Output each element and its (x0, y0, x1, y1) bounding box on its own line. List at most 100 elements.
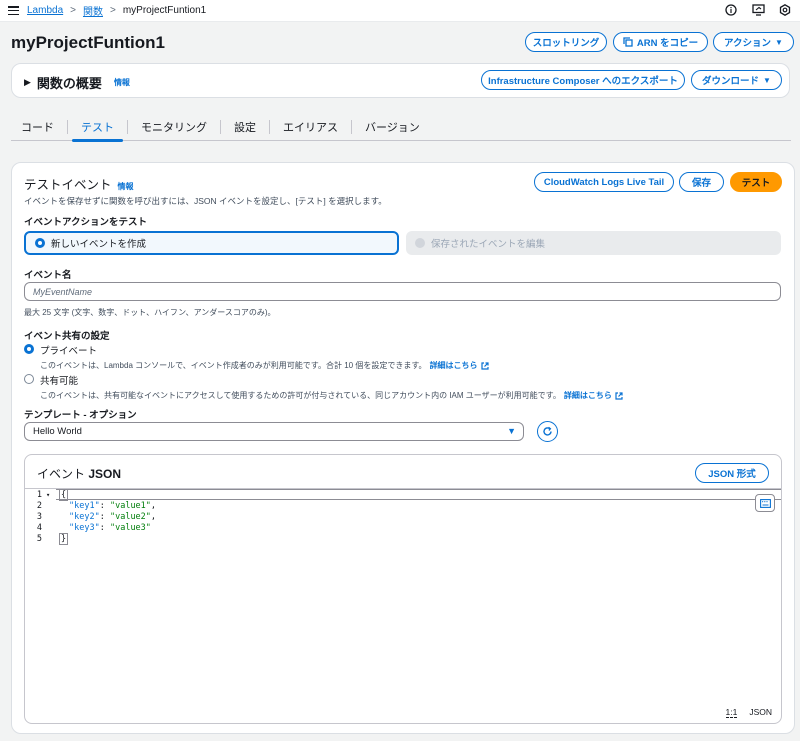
event-json-title: イベント JSON (37, 465, 121, 482)
save-button[interactable]: 保存 (679, 172, 724, 192)
throttle-button[interactable]: スロットリング (525, 32, 607, 52)
download-dropdown[interactable]: ダウンロード ▼ (691, 70, 782, 90)
top-navigation: Lambda > 関数 > myProjectFuntion1 (0, 0, 800, 22)
overview-toggle[interactable]: ▶ 関数の概要 情報 (24, 73, 130, 92)
breadcrumb-functions[interactable]: 関数 (83, 3, 103, 18)
template-select-value: Hello World (33, 426, 82, 437)
live-tail-button[interactable]: CloudWatch Logs Live Tail (534, 172, 674, 192)
breadcrumb-lambda[interactable]: Lambda (27, 5, 63, 16)
private-option[interactable]: プライベート このイベントは、Lambda コンソールで、イベント作成者のみが利… (24, 343, 489, 371)
keyboard-icon[interactable] (755, 494, 775, 512)
private-option-title: プライベート (40, 346, 98, 357)
caret-down-icon: ▼ (763, 75, 771, 85)
tab-test[interactable]: テスト (67, 119, 127, 142)
json-value: "value1" (109, 500, 151, 511)
editor-language: JSON (749, 707, 772, 717)
event-name-label: イベント名 (24, 270, 72, 281)
test-event-panel: テストイベント 情報 CloudWatch Logs Live Tail 保存 … (11, 162, 795, 734)
live-tail-label: CloudWatch Logs Live Tail (543, 176, 665, 188)
json-key: "key1" (69, 500, 100, 511)
radio-unselected-icon (24, 374, 34, 384)
test-event-heading: テストイベント 情報 (24, 174, 134, 193)
caret-down-icon: ▼ (507, 426, 516, 436)
shareable-option[interactable]: 共有可能 このイベントは、共有可能なイベントにアクセスして使用するための許可が付… (24, 373, 623, 401)
breadcrumb-current: myProjectFuntion1 (122, 5, 207, 16)
json-value: "value3" (109, 522, 151, 533)
external-link-icon (615, 391, 623, 400)
tab-configuration[interactable]: 設定 (220, 119, 269, 134)
line-number: 4 (36, 522, 42, 533)
json-key: "key3" (69, 522, 100, 533)
event-json-editor: イベント JSON JSON 形式 1 ▾ { 2 "key1": "value1… (24, 454, 782, 724)
create-new-event-tile[interactable]: 新しいイベントを作成 (24, 231, 399, 255)
actions-dropdown[interactable]: アクション ▼ (713, 32, 794, 52)
chevron-right-icon: > (109, 5, 116, 16)
code-brace: { (59, 488, 69, 501)
format-json-button[interactable]: JSON 形式 (695, 463, 769, 483)
line-number: 3 (36, 511, 42, 522)
info-icon[interactable] (724, 3, 738, 17)
format-json-label: JSON 形式 (708, 469, 756, 480)
template-label: テンプレート - オプション (24, 410, 137, 421)
editor-status-bar: 1:1 JSON (725, 707, 772, 718)
json-value: "value2" (109, 511, 151, 522)
event-json-title-json: JSON (88, 467, 122, 481)
settings-icon[interactable] (778, 3, 792, 17)
code-line: "key3": "value3" (69, 522, 151, 533)
test-label: テスト (741, 178, 771, 189)
chevron-right-icon: > (70, 5, 76, 16)
sharing-settings-label: イベント共有の設定 (24, 331, 110, 342)
test-event-info-link[interactable]: 情報 (118, 181, 134, 192)
screen-share-icon[interactable] (751, 3, 765, 17)
test-button[interactable]: テスト (730, 172, 782, 192)
export-composer-label: Infrastructure Composer へのエクスポート (488, 76, 678, 87)
menu-icon[interactable] (8, 6, 19, 15)
private-option-description: このイベントは、Lambda コンソールで、イベント作成者のみが利用可能です。合… (40, 361, 427, 370)
copy-icon (623, 37, 633, 47)
tab-code[interactable]: コード (11, 120, 67, 134)
fold-toggle-icon[interactable]: ▾ (46, 491, 50, 499)
page-title: myProjectFuntion1 (11, 33, 165, 52)
edit-saved-event-label: 保存されたイベントを編集 (431, 239, 546, 250)
shareable-option-description: このイベントは、共有可能なイベントにアクセスして使用するための許可が付与されてい… (40, 391, 561, 400)
tab-bar: コード テスト モニタリング 設定 エイリアス バージョン (11, 113, 791, 142)
event-action-label: イベントアクションをテスト (24, 217, 148, 228)
overview-title: 関数の概要 (36, 76, 102, 91)
learn-more-link[interactable]: 詳細はこちら (430, 360, 478, 371)
caret-right-icon: ▶ (24, 77, 31, 87)
test-event-description: イベントを保存せずに関数を呼び出すには、JSON イベントを設定し、[テスト] … (24, 196, 387, 206)
learn-more-link[interactable]: 詳細はこちら (564, 390, 612, 401)
code-line: "key2": "value2", (69, 511, 157, 522)
event-name-input[interactable]: MyEventName (24, 282, 781, 301)
export-composer-button[interactable]: Infrastructure Composer へのエクスポート (481, 70, 685, 90)
overview-info-link[interactable]: 情報 (114, 77, 130, 88)
event-json-title-prefix: イベント (37, 467, 86, 481)
code-line: "key1": "value1", (69, 500, 157, 511)
tab-monitoring[interactable]: モニタリング (127, 119, 220, 134)
code-editor[interactable]: 1 ▾ { 2 "key1": "value1", 3 "key2": "valu… (25, 488, 781, 703)
external-link-icon (480, 361, 489, 370)
edit-saved-event-tile: 保存されたイベントを編集 (406, 231, 781, 255)
copy-arn-button[interactable]: ARN をコピー (613, 32, 708, 52)
function-overview-panel: ▶ 関数の概要 情報 Infrastructure Composer へのエクス… (11, 63, 790, 98)
refresh-icon (543, 426, 552, 436)
event-name-placeholder: MyEventName (33, 286, 93, 297)
line-number: 2 (36, 500, 42, 511)
code-line: { (59, 488, 69, 501)
refresh-button[interactable] (537, 421, 558, 442)
throttle-button-label: スロットリング (532, 38, 600, 49)
radio-selected-icon (35, 238, 45, 248)
cursor-position[interactable]: 1:1 (725, 707, 738, 718)
active-line-highlight (56, 489, 781, 500)
radio-disabled-icon (415, 238, 425, 248)
radio-selected-icon (24, 344, 34, 354)
copy-arn-label: ARN をコピー (636, 38, 699, 49)
tab-aliases[interactable]: エイリアス (269, 119, 351, 134)
download-label: ダウンロード (702, 76, 760, 87)
test-event-title: テストイベント (24, 178, 112, 192)
template-select[interactable]: Hello World ▼ (24, 422, 524, 441)
code-brace: } (59, 532, 69, 545)
save-label: 保存 (691, 178, 711, 189)
tab-versions[interactable]: バージョン (351, 119, 433, 134)
event-name-hint: 最大 25 文字 (文字、数字、ドット、ハイフン、アンダースコアのみ)。 (24, 308, 276, 317)
